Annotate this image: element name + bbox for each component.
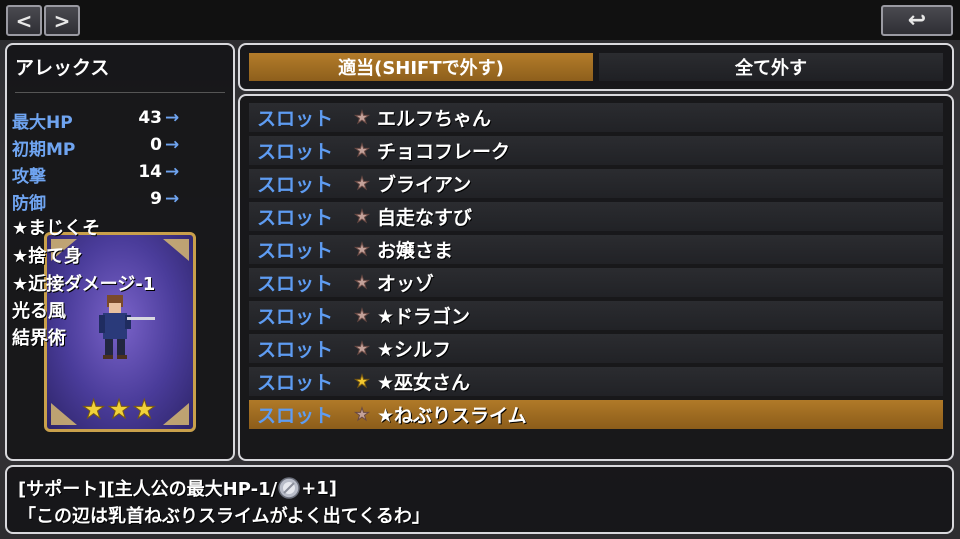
slot-row-selected[interactable]: スロット ★ ★ねぶりスライム — [249, 400, 943, 429]
slot-row[interactable]: スロット ★ ★巫女さん — [249, 367, 943, 396]
star-icon: ★ — [354, 404, 370, 425]
star-icon: ★ — [354, 305, 370, 326]
stat-label: 初期MP — [12, 140, 76, 160]
slot-row[interactable]: スロット ★ ブライアン — [249, 169, 943, 198]
star-icon: ★ — [354, 107, 370, 128]
slot-item-name: 自走なすび — [377, 207, 473, 229]
auto-equip-button[interactable]: 適当(SHIFTで外す) — [249, 53, 593, 81]
star-icon: ★ — [354, 239, 370, 260]
prev-button[interactable]: < — [6, 5, 42, 36]
description-text: +1] — [301, 477, 338, 499]
description-line-1: [サポート][主人公の最大HP-1/ +1] — [18, 475, 337, 501]
slot-item-name: エルフちゃん — [377, 108, 492, 130]
stat-value: 43 — [138, 108, 162, 128]
back-button[interactable]: ↩ — [881, 5, 953, 36]
slot-row[interactable]: スロット ★ エルフちゃん — [249, 103, 943, 132]
stat-value: 9 — [150, 189, 162, 209]
slot-item-name: チョコフレーク — [377, 141, 511, 163]
arrow-icon: → — [165, 108, 180, 128]
character-name: アレックス — [15, 57, 110, 79]
skill-item: 結界術 — [12, 328, 66, 349]
slot-row[interactable]: スロット ★ お嬢さま — [249, 235, 943, 264]
slot-label: スロット — [257, 273, 334, 295]
slot-item-name: ★シルフ — [377, 339, 452, 361]
stat-label: 最大HP — [12, 113, 73, 133]
stat-value: 0 — [150, 135, 162, 155]
stat-value: 14 — [138, 162, 162, 182]
stat-label: 防御 — [12, 194, 46, 214]
slot-label: スロット — [257, 405, 334, 427]
skill-item: ★まじくそ — [12, 218, 101, 239]
star-icon: ★ — [354, 173, 370, 194]
slot-item-name: ★ねぶりスライム — [377, 405, 527, 427]
arrow-icon: → — [165, 189, 180, 209]
skill-item: ★近接ダメージ-1 — [12, 274, 156, 295]
slot-row[interactable]: スロット ★ オッゾ — [249, 268, 943, 297]
skill-item: ★捨て身 — [12, 246, 83, 267]
slot-label: スロット — [257, 108, 334, 130]
slot-row[interactable]: スロット ★ ★シルフ — [249, 334, 943, 363]
slot-item-name: オッゾ — [377, 273, 435, 295]
slot-item-name: ★ドラゴン — [377, 306, 471, 328]
divider — [15, 92, 225, 93]
slot-item-name: お嬢さま — [377, 240, 454, 262]
top-bar — [0, 0, 960, 40]
slot-label: スロット — [257, 339, 334, 361]
slot-item-name: ★巫女さん — [377, 372, 471, 394]
arrow-icon: → — [165, 135, 180, 155]
description-line-2: 「この辺は乳首ねぶりスライムがよく出てくるわ」 — [18, 506, 430, 527]
slot-label: スロット — [257, 207, 334, 229]
card-rarity-stars-icon: ★★★ — [82, 395, 158, 426]
slot-label: スロット — [257, 174, 334, 196]
slot-label: スロット — [257, 306, 334, 328]
star-icon: ★ — [354, 338, 370, 359]
arrow-icon: → — [165, 162, 180, 182]
star-icon: ★ — [354, 371, 370, 392]
mp-orb-icon — [278, 477, 300, 499]
next-button[interactable]: > — [44, 5, 80, 36]
slot-row[interactable]: スロット ★ チョコフレーク — [249, 136, 943, 165]
slot-label: スロット — [257, 372, 334, 394]
star-icon: ★ — [354, 272, 370, 293]
description-text: [サポート][主人公の最大HP-1/ — [18, 479, 278, 500]
remove-all-button[interactable]: 全て外す — [599, 53, 943, 81]
slot-row[interactable]: スロット ★ 自走なすび — [249, 202, 943, 231]
star-icon: ★ — [354, 140, 370, 161]
slot-row[interactable]: スロット ★ ★ドラゴン — [249, 301, 943, 330]
skill-item: 光る風 — [12, 301, 66, 322]
star-icon: ★ — [354, 206, 370, 227]
stat-label: 攻撃 — [12, 167, 46, 187]
slot-item-name: ブライアン — [377, 174, 472, 196]
slot-label: スロット — [257, 240, 334, 262]
slot-label: スロット — [257, 141, 334, 163]
